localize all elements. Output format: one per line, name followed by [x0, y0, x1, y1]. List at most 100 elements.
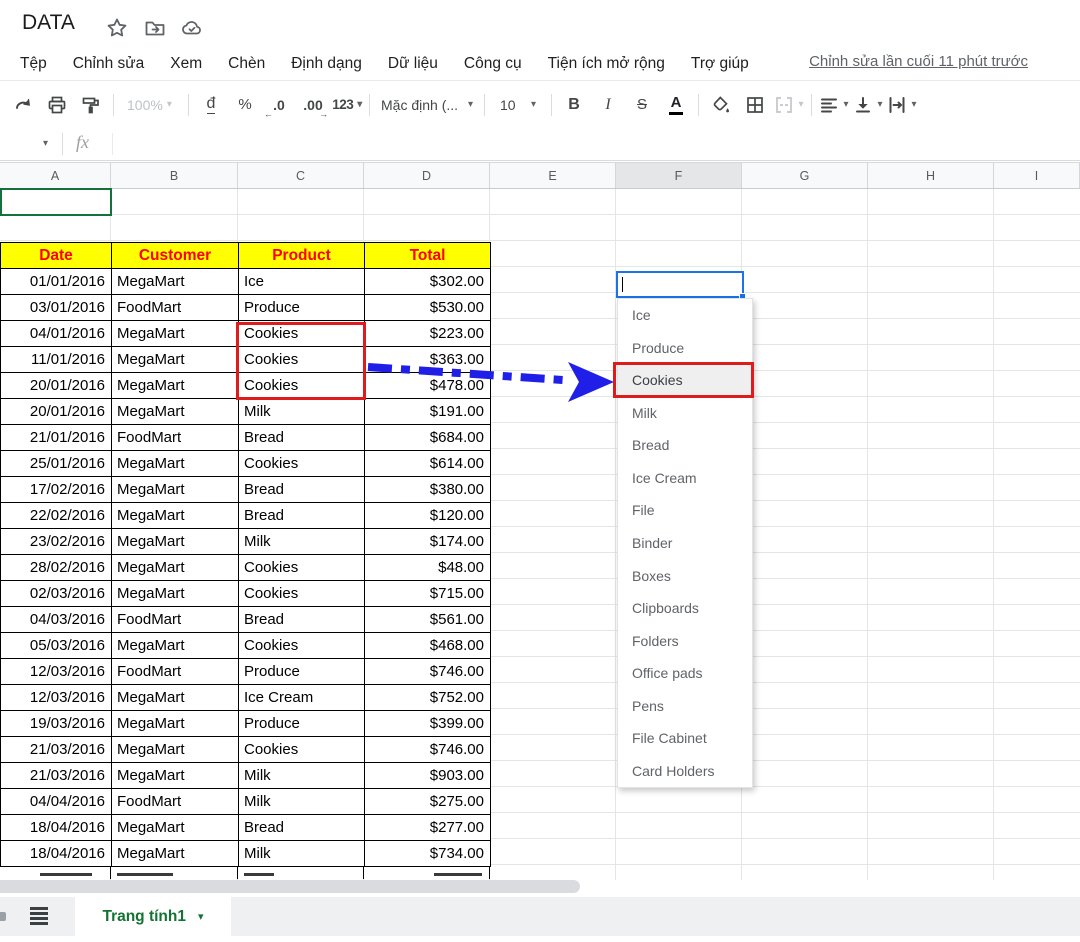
cell[interactable]: Bread [239, 815, 365, 841]
cell[interactable]: 20/01/2016 [1, 373, 112, 399]
increase-decimal-button[interactable]: .00→ [296, 89, 330, 121]
cell[interactable]: MegaMart [112, 321, 239, 347]
merge-cells-button[interactable]: ▾ [772, 89, 806, 121]
redo-button[interactable] [6, 89, 40, 121]
cell[interactable]: $734.00 [365, 841, 491, 867]
table-header-cell[interactable]: Customer [112, 243, 239, 269]
cell[interactable]: MegaMart [112, 685, 239, 711]
cell[interactable]: MegaMart [112, 841, 239, 867]
cell[interactable]: Bread [239, 425, 365, 451]
cell[interactable]: FoodMart [112, 789, 239, 815]
cell[interactable]: 25/01/2016 [1, 451, 112, 477]
cell[interactable]: $223.00 [365, 321, 491, 347]
table-header-cell[interactable]: Date [1, 243, 112, 269]
cell[interactable]: MegaMart [112, 711, 239, 737]
cell[interactable]: 12/03/2016 [1, 659, 112, 685]
cell[interactable]: $174.00 [365, 529, 491, 555]
menu-item[interactable]: Xem [170, 55, 202, 73]
menu-item[interactable]: Định dạng [291, 55, 362, 73]
borders-button[interactable] [738, 89, 772, 121]
column-header-A[interactable]: A [0, 163, 111, 188]
text-color-button[interactable]: A [659, 89, 693, 121]
column-header-G[interactable]: G [742, 163, 868, 188]
cell[interactable]: MegaMart [112, 763, 239, 789]
menu-item[interactable]: Chỉnh sửa [73, 55, 145, 73]
column-header-B[interactable]: B [111, 163, 238, 188]
selected-cell-a1[interactable] [0, 188, 112, 216]
cell[interactable]: $120.00 [365, 503, 491, 529]
cell[interactable]: MegaMart [112, 503, 239, 529]
column-header-E[interactable]: E [490, 163, 616, 188]
decrease-decimal-button[interactable]: .0← [262, 89, 296, 121]
cell[interactable]: 04/03/2016 [1, 607, 112, 633]
cell[interactable]: 03/01/2016 [1, 295, 112, 321]
menu-item[interactable]: Chèn [228, 55, 265, 73]
cell[interactable]: Produce [239, 711, 365, 737]
cell[interactable]: Produce [239, 295, 365, 321]
text-wrap-button[interactable]: ▾ [885, 89, 919, 121]
cell[interactable]: FoodMart [112, 659, 239, 685]
cell[interactable]: Cookies [239, 555, 365, 581]
percent-format-button[interactable]: % [228, 89, 262, 121]
cell[interactable]: 28/02/2016 [1, 555, 112, 581]
cell[interactable]: Cookies [239, 581, 365, 607]
last-edited-link[interactable]: Chỉnh sửa lần cuối 11 phút trước [809, 53, 1028, 70]
dropdown-item-bread[interactable]: Bread [618, 429, 752, 462]
horizontal-scrollbar[interactable] [0, 880, 580, 893]
horizontal-align-button[interactable]: ▾ [817, 89, 851, 121]
bold-button[interactable]: B [557, 89, 591, 121]
cell[interactable]: MegaMart [112, 737, 239, 763]
dropdown-item-milk[interactable]: Milk [618, 397, 752, 430]
cell[interactable]: $561.00 [365, 607, 491, 633]
dropdown-item-boxes[interactable]: Boxes [618, 559, 752, 592]
column-header-C[interactable]: C [238, 163, 364, 188]
table-header-cell[interactable]: Total [365, 243, 491, 269]
all-sheets-menu-icon[interactable] [30, 906, 48, 926]
italic-button[interactable]: I [591, 89, 625, 121]
menu-item[interactable]: Dữ liệu [388, 55, 438, 73]
cell[interactable]: MegaMart [112, 347, 239, 373]
menu-item[interactable]: Công cụ [464, 55, 522, 73]
dropdown-item-ice[interactable]: Ice [618, 299, 752, 332]
cell[interactable]: Milk [239, 763, 365, 789]
menu-item[interactable]: Tệp [20, 55, 47, 73]
cell[interactable]: MegaMart [112, 581, 239, 607]
dropdown-item-pens[interactable]: Pens [618, 689, 752, 722]
cell[interactable]: 04/01/2016 [1, 321, 112, 347]
cell[interactable]: FoodMart [112, 295, 239, 321]
dropdown-item-ice-cream[interactable]: Ice Cream [618, 462, 752, 495]
cell[interactable]: MegaMart [112, 555, 239, 581]
cell[interactable]: 02/03/2016 [1, 581, 112, 607]
cell[interactable]: $903.00 [365, 763, 491, 789]
strikethrough-button[interactable]: S [625, 89, 659, 121]
cell[interactable]: Milk [239, 399, 365, 425]
cell[interactable]: $48.00 [365, 555, 491, 581]
cell[interactable]: $277.00 [365, 815, 491, 841]
cell[interactable]: Cookies [239, 737, 365, 763]
column-header-D[interactable]: D [364, 163, 490, 188]
cell[interactable]: FoodMart [112, 607, 239, 633]
print-button[interactable] [40, 89, 74, 121]
cell[interactable]: $614.00 [365, 451, 491, 477]
cell[interactable]: Ice [239, 269, 365, 295]
number-format-button[interactable]: 123▾ [330, 89, 364, 121]
column-header-H[interactable]: H [868, 163, 994, 188]
cell[interactable]: $191.00 [365, 399, 491, 425]
cell[interactable]: 04/04/2016 [1, 789, 112, 815]
cell[interactable]: 17/02/2016 [1, 477, 112, 503]
cell[interactable]: $478.00 [365, 373, 491, 399]
cell[interactable]: Milk [239, 529, 365, 555]
font-size-select[interactable]: 10▾ [490, 89, 546, 121]
cell[interactable]: 18/04/2016 [1, 841, 112, 867]
dropdown-item-card-holders[interactable]: Card Holders [618, 754, 752, 787]
cell[interactable]: 12/03/2016 [1, 685, 112, 711]
cell[interactable]: 21/03/2016 [1, 763, 112, 789]
cell[interactable]: $302.00 [365, 269, 491, 295]
cell[interactable]: Milk [239, 841, 365, 867]
cell[interactable]: MegaMart [112, 815, 239, 841]
cell[interactable]: MegaMart [112, 633, 239, 659]
cell[interactable]: 01/01/2016 [1, 269, 112, 295]
cell[interactable]: 21/01/2016 [1, 425, 112, 451]
document-title[interactable]: DATA [22, 11, 75, 35]
sheet-tab-trang-tinh1[interactable]: Trang tính1 ▾ [75, 897, 231, 936]
